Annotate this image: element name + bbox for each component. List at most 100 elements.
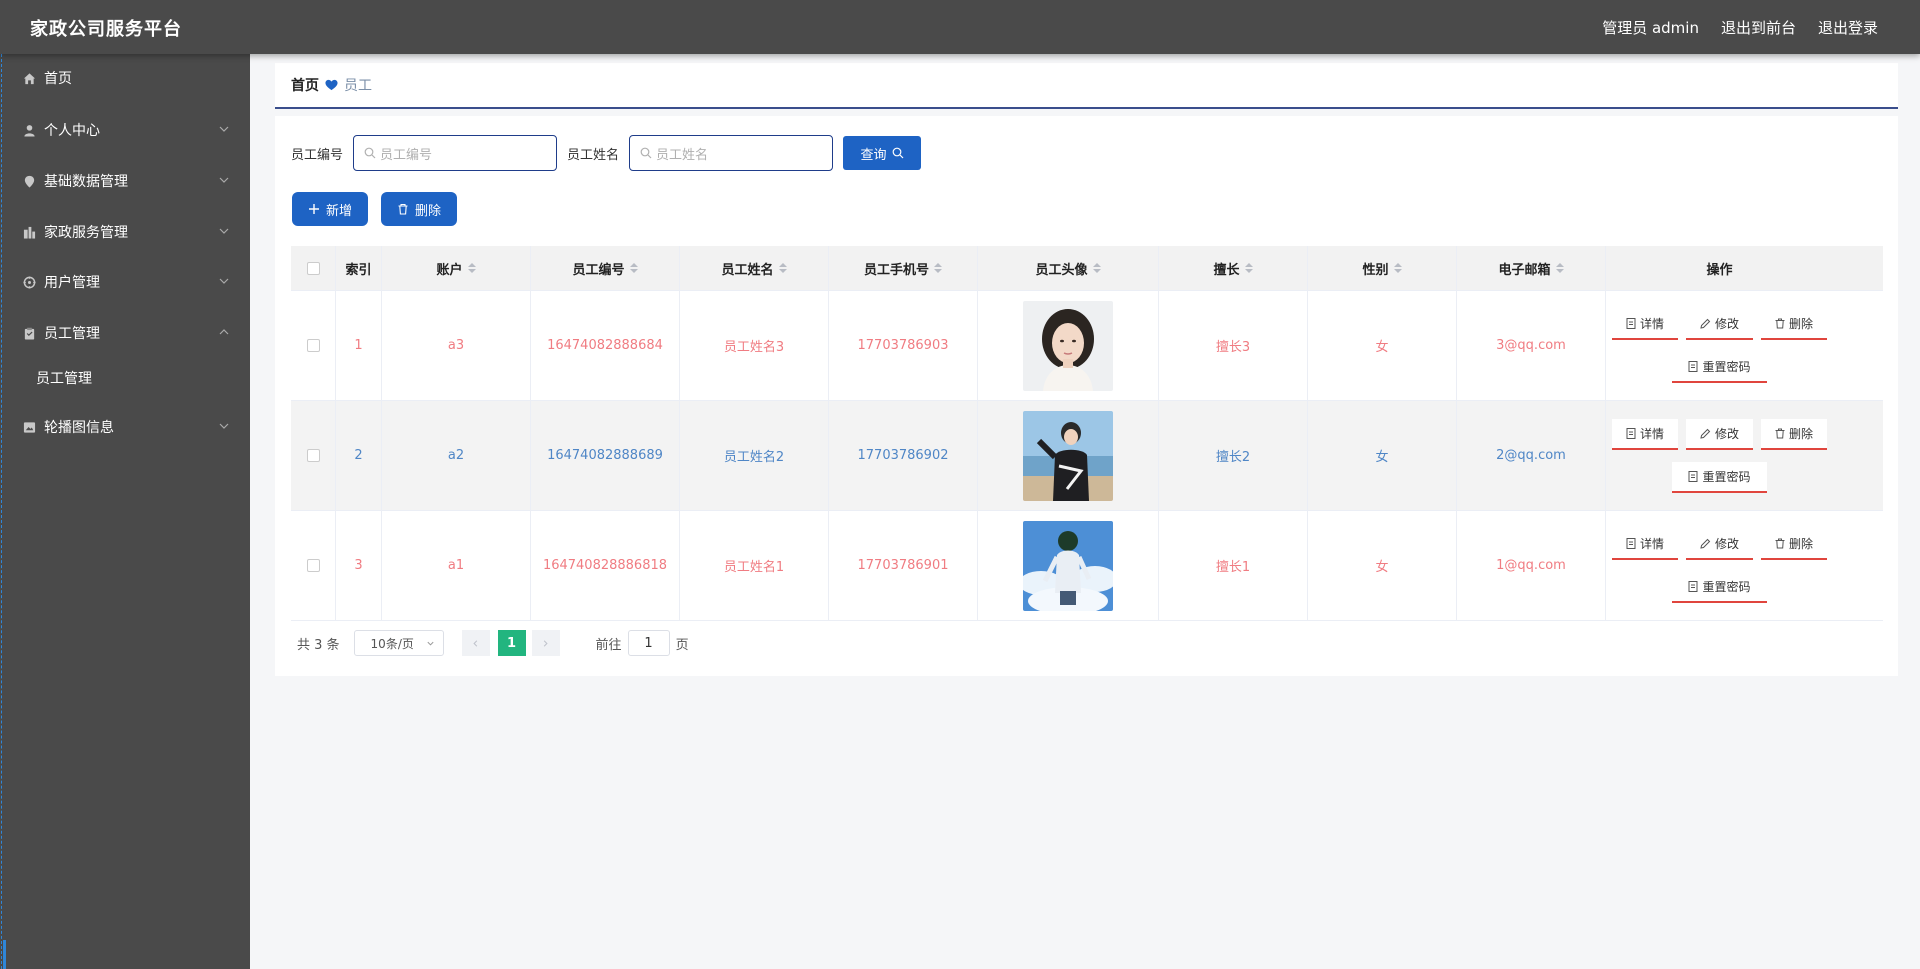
goto-page-input[interactable]: 1 xyxy=(627,630,670,656)
col-account[interactable]: 账户 xyxy=(382,246,531,290)
sort-icon[interactable] xyxy=(778,263,787,273)
sidebar-item-personal-center[interactable]: 个人中心 xyxy=(0,110,250,150)
chevron-down-icon xyxy=(219,278,229,284)
page-size-select[interactable]: 10条/页 xyxy=(353,630,444,656)
edit-button-label: 修改 xyxy=(1714,426,1739,441)
detail-button[interactable]: 详情 xyxy=(1611,528,1678,560)
cell-avatar xyxy=(978,401,1159,510)
logout-link[interactable]: 退出登录 xyxy=(1818,17,1878,38)
cell-emp-name: 员工姓名1 xyxy=(680,511,829,620)
col-email[interactable]: 电子邮箱 xyxy=(1457,246,1606,290)
delete-button-label: 删除 xyxy=(1789,426,1814,441)
edit-button[interactable]: 修改 xyxy=(1685,418,1753,450)
sidebar-item-housekeeping[interactable]: 家政服务管理 xyxy=(0,212,250,252)
chevron-up-icon xyxy=(219,329,229,335)
cell-emp-no: 16474082888689 xyxy=(531,401,680,510)
cell-skill: 擅长3 xyxy=(1159,291,1308,400)
row-checkbox-cell xyxy=(291,291,336,400)
reset-password-button[interactable]: 重置密码 xyxy=(1672,571,1767,603)
edit-button-label: 修改 xyxy=(1714,536,1739,551)
avatar-boy-sky[interactable] xyxy=(1023,520,1113,611)
batch-delete-button[interactable]: 删除 xyxy=(381,192,458,226)
sidebar-scroll-marker xyxy=(3,940,6,969)
document-icon xyxy=(1626,317,1636,329)
query-button[interactable]: 查询 xyxy=(843,136,922,170)
exit-to-frontend-link[interactable]: 退出到前台 xyxy=(1721,17,1796,38)
reset-password-button[interactable]: 重置密码 xyxy=(1672,461,1767,493)
cell-index: 3 xyxy=(336,511,382,620)
col-skill-label: 擅长 xyxy=(1213,262,1240,278)
edit-button[interactable]: 修改 xyxy=(1685,308,1753,340)
sort-icon[interactable] xyxy=(934,263,942,273)
document-icon xyxy=(1688,470,1698,482)
sidebar-item-label: 家政服务管理 xyxy=(44,225,128,241)
col-index-label: 索引 xyxy=(345,262,372,278)
row-checkbox[interactable] xyxy=(306,449,320,462)
sort-icon[interactable] xyxy=(629,263,638,273)
cell-emp-name: 员工姓名3 xyxy=(680,291,829,400)
col-avatar[interactable]: 员工头像 xyxy=(978,246,1159,290)
next-page-button[interactable] xyxy=(531,630,560,656)
search-bar: 员工编号 员工编号 员工姓名 员工姓名 查询 xyxy=(291,135,922,171)
sort-icon[interactable] xyxy=(467,263,476,273)
sidebar-item-user-management[interactable]: 用户管理 xyxy=(0,262,250,302)
edit-button[interactable]: 修改 xyxy=(1685,528,1753,560)
search-icon xyxy=(892,147,903,159)
add-button[interactable]: 新增 xyxy=(292,192,369,226)
pencil-icon xyxy=(1700,428,1711,439)
header-links: 管理员 admin 退出到前台 退出登录 xyxy=(1602,17,1878,38)
row-checkbox[interactable] xyxy=(306,559,320,572)
sidebar-item-label: 个人中心 xyxy=(44,123,100,139)
emp-no-search-input[interactable]: 员工编号 xyxy=(353,135,558,171)
cell-emp-no: 164740828886818 xyxy=(531,511,680,620)
sidebar-item-home[interactable]: 首页 xyxy=(0,58,250,98)
picture-icon xyxy=(22,420,36,434)
sort-icon[interactable] xyxy=(1092,263,1101,273)
goto-suffix: 页 xyxy=(675,637,689,653)
row-checkbox-cell xyxy=(291,401,336,510)
admin-user-link[interactable]: 管理员 admin xyxy=(1602,17,1699,38)
col-emp-no-label: 员工编号 xyxy=(572,262,625,278)
reset-password-button[interactable]: 重置密码 xyxy=(1672,351,1767,383)
search-label-emp-name: 员工姓名 xyxy=(567,147,620,163)
delete-button-label: 删除 xyxy=(1789,536,1814,551)
avatar-woman[interactable] xyxy=(1023,300,1113,391)
detail-button[interactable]: 详情 xyxy=(1611,308,1678,340)
sidebar-item-carousel[interactable]: 轮播图信息 xyxy=(0,407,250,447)
sidebar-subitem-employee-management[interactable]: 员工管理 xyxy=(0,358,250,398)
delete-button[interactable]: 删除 xyxy=(1761,528,1828,560)
delete-button-label: 删除 xyxy=(1789,316,1814,331)
delete-button[interactable]: 删除 xyxy=(1761,308,1828,340)
app-title: 家政公司服务平台 xyxy=(30,19,182,40)
home-icon xyxy=(22,71,36,85)
chevron-down-icon xyxy=(219,177,229,183)
select-all-checkbox[interactable] xyxy=(306,261,320,275)
prev-page-button[interactable] xyxy=(461,630,490,656)
sidebar-item-label: 用户管理 xyxy=(44,275,100,291)
col-phone[interactable]: 员工手机号 xyxy=(829,246,978,290)
cell-operations: 详情 修改 删除 重置密码 xyxy=(1606,401,1833,510)
delete-button[interactable]: 删除 xyxy=(1761,418,1828,450)
sidebar-item-base-data[interactable]: 基础数据管理 xyxy=(0,161,250,201)
sidebar-item-employee-management[interactable]: 员工管理 xyxy=(0,313,250,353)
col-avatar-label: 员工头像 xyxy=(1035,262,1088,278)
col-emp-name[interactable]: 员工姓名 xyxy=(680,246,829,290)
sidebar-subitem-label: 员工管理 xyxy=(36,371,92,387)
row-checkbox[interactable] xyxy=(306,339,320,352)
detail-button[interactable]: 详情 xyxy=(1611,418,1678,450)
breadcrumb-home[interactable]: 首页 xyxy=(291,75,319,95)
sort-icon[interactable] xyxy=(1555,263,1564,273)
col-gender[interactable]: 性别 xyxy=(1308,246,1457,290)
col-skill[interactable]: 擅长 xyxy=(1159,246,1308,290)
emp-name-search-input[interactable]: 员工姓名 xyxy=(629,135,834,171)
cell-account: a3 xyxy=(382,291,531,400)
cell-phone: 17703786902 xyxy=(829,401,978,510)
avatar-boy-beach[interactable] xyxy=(1023,410,1113,501)
sort-icon[interactable] xyxy=(1244,263,1253,273)
table-row: 1 a3 16474082888684 员工姓名3 17703786903 擅长… xyxy=(291,291,1883,401)
page-number-current[interactable]: 1 xyxy=(497,630,526,656)
cell-gender: 女 xyxy=(1308,291,1457,400)
pencil-icon xyxy=(1700,538,1711,549)
col-emp-no[interactable]: 员工编号 xyxy=(531,246,680,290)
sort-icon[interactable] xyxy=(1393,263,1402,273)
